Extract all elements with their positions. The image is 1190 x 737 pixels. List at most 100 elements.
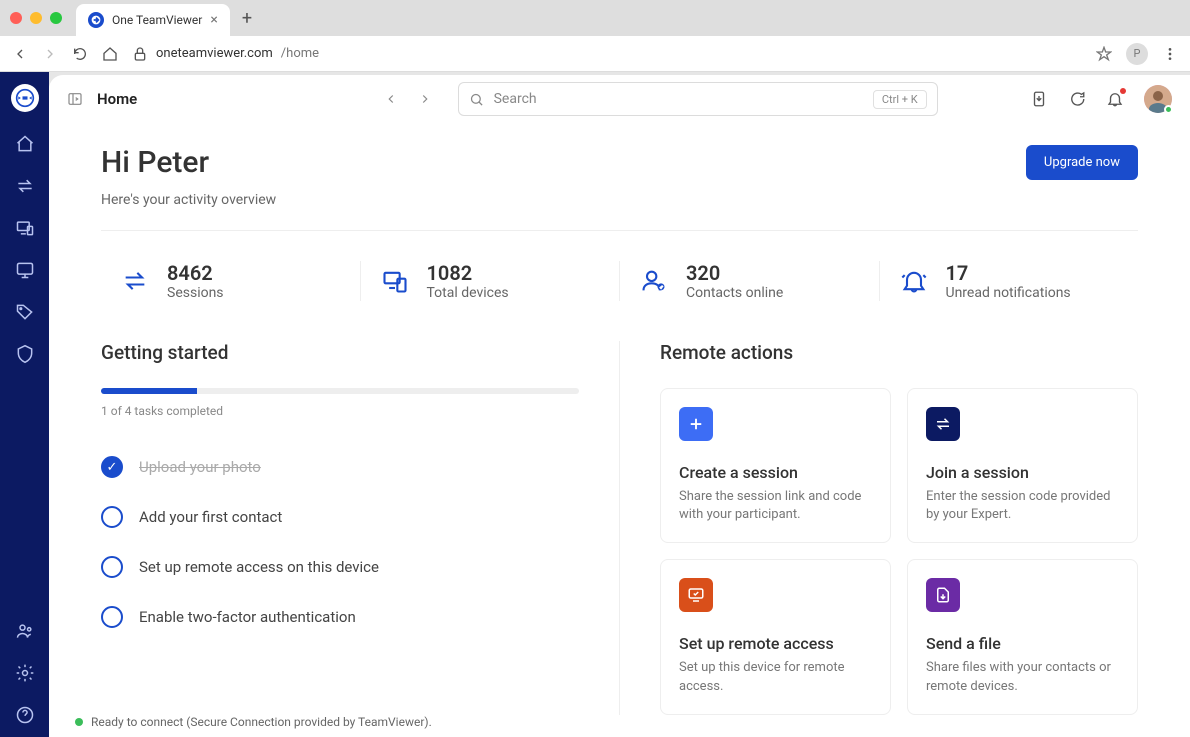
action-title: Send a file [926,634,1119,653]
notifications-icon[interactable] [1106,90,1124,108]
check-icon [101,456,123,478]
circle-icon [101,506,123,528]
new-tab-button[interactable]: + [242,8,252,29]
task-remote-access[interactable]: Set up remote access on this device [101,542,579,592]
notification-dot [1120,88,1126,94]
task-add-contact[interactable]: Add your first contact [101,492,579,542]
status-text: Ready to connect (Secure Connection prov… [91,715,432,729]
sidebar [0,72,49,737]
monitor-check-icon [679,578,713,612]
action-desc: Set up this device for remote access. [679,659,872,695]
progress-bar [101,388,579,394]
stat-devices[interactable]: 1082Total devices [360,261,620,301]
browser-toolbar: oneteamviewer.com/home P [0,36,1190,72]
task-label: Set up remote access on this device [139,558,379,576]
profile-initial: P [1134,47,1141,60]
file-send-icon [926,578,960,612]
sidebar-tag-icon[interactable] [15,302,35,322]
remote-actions-section: Remote actions Create a session Share th… [620,341,1138,715]
browser-menu-button[interactable] [1162,46,1178,62]
download-icon[interactable] [1030,90,1048,108]
section-title: Getting started [101,341,579,364]
home-button[interactable] [102,46,118,62]
address-bar[interactable]: oneteamviewer.com/home [132,46,1082,62]
action-desc: Enter the session code provided by your … [926,488,1119,524]
main-panel: Home Search Ctrl + K [49,75,1190,737]
section-title: Remote actions [660,341,1138,364]
sidebar-monitor-icon[interactable] [15,260,35,280]
lock-icon [132,46,148,62]
window-controls [10,12,62,24]
url-path: /home [281,46,319,61]
action-create-session[interactable]: Create a session Share the session link … [660,388,891,543]
reload-button[interactable] [72,46,88,62]
sidebar-devices-icon[interactable] [15,218,35,238]
upgrade-button[interactable]: Upgrade now [1026,145,1138,180]
forward-button[interactable] [42,46,58,62]
action-join-session[interactable]: Join a session Enter the session code pr… [907,388,1138,543]
stat-notifications[interactable]: 17Unread notifications [879,261,1139,301]
subgreeting: Here's your activity overview [101,192,276,208]
action-title: Create a session [679,463,872,482]
user-avatar[interactable] [1144,85,1172,113]
task-label: Upload your photo [139,458,261,476]
page-title: Home [97,90,137,108]
maximize-window-button[interactable] [50,12,62,24]
app-logo[interactable] [11,84,39,112]
action-desc: Share the session link and code with you… [679,488,872,524]
action-send-file[interactable]: Send a file Share files with your contac… [907,559,1138,714]
greeting: Hi Peter [101,145,276,180]
url-domain: oneteamviewer.com [156,46,273,61]
browser-tab-strip: One TeamViewer × + [0,0,1190,36]
bell-icon [900,267,928,295]
progress-label: 1 of 4 tasks completed [101,404,579,418]
action-desc: Share files with your contacts or remote… [926,659,1119,695]
search-shortcut: Ctrl + K [873,90,927,109]
action-title: Set up remote access [679,634,872,653]
stat-sessions[interactable]: 8462Sessions [101,261,360,301]
chat-icon[interactable] [1068,90,1086,108]
collapse-sidebar-icon[interactable] [67,91,83,107]
online-status-dot [1164,105,1173,114]
bookmark-icon[interactable] [1096,46,1112,62]
tab-favicon-icon [88,12,104,28]
back-button[interactable] [12,46,28,62]
status-dot-icon [75,718,83,726]
sidebar-users-icon[interactable] [15,621,35,641]
circle-icon [101,556,123,578]
history-back-button[interactable] [384,92,398,106]
search-placeholder: Search [494,91,537,107]
search-input[interactable]: Search Ctrl + K [458,82,938,116]
history-forward-button[interactable] [418,92,432,106]
stat-label: Contacts online [686,285,783,301]
stat-label: Unread notifications [946,285,1071,301]
stat-value: 8462 [167,261,224,285]
stat-label: Total devices [427,285,509,301]
stat-value: 1082 [427,261,509,285]
stat-label: Sessions [167,285,224,301]
task-2fa[interactable]: Enable two-factor authentication [101,592,579,642]
sidebar-settings-icon[interactable] [15,663,35,683]
task-upload-photo[interactable]: Upload your photo [101,442,579,492]
browser-tab[interactable]: One TeamViewer × [76,4,230,36]
close-window-button[interactable] [10,12,22,24]
task-label: Add your first contact [139,508,282,526]
swap-icon [926,407,960,441]
sidebar-transfer-icon[interactable] [15,176,35,196]
statusbar: Ready to connect (Secure Connection prov… [75,715,432,729]
stat-contacts[interactable]: 320Contacts online [619,261,879,301]
stat-value: 17 [946,261,1071,285]
sidebar-shield-icon[interactable] [15,344,35,364]
minimize-window-button[interactable] [30,12,42,24]
task-label: Enable two-factor authentication [139,608,356,626]
contact-online-icon [640,267,668,295]
stats-row: 8462Sessions 1082Total devices 320Contac… [101,261,1138,301]
topbar: Home Search Ctrl + K [49,75,1190,123]
sidebar-help-icon[interactable] [15,705,35,725]
action-setup-remote[interactable]: Set up remote access Set up this device … [660,559,891,714]
close-tab-button[interactable]: × [210,12,217,28]
sidebar-home-icon[interactable] [15,134,35,154]
tab-title: One TeamViewer [112,13,202,27]
browser-profile-button[interactable]: P [1126,43,1148,65]
action-title: Join a session [926,463,1119,482]
